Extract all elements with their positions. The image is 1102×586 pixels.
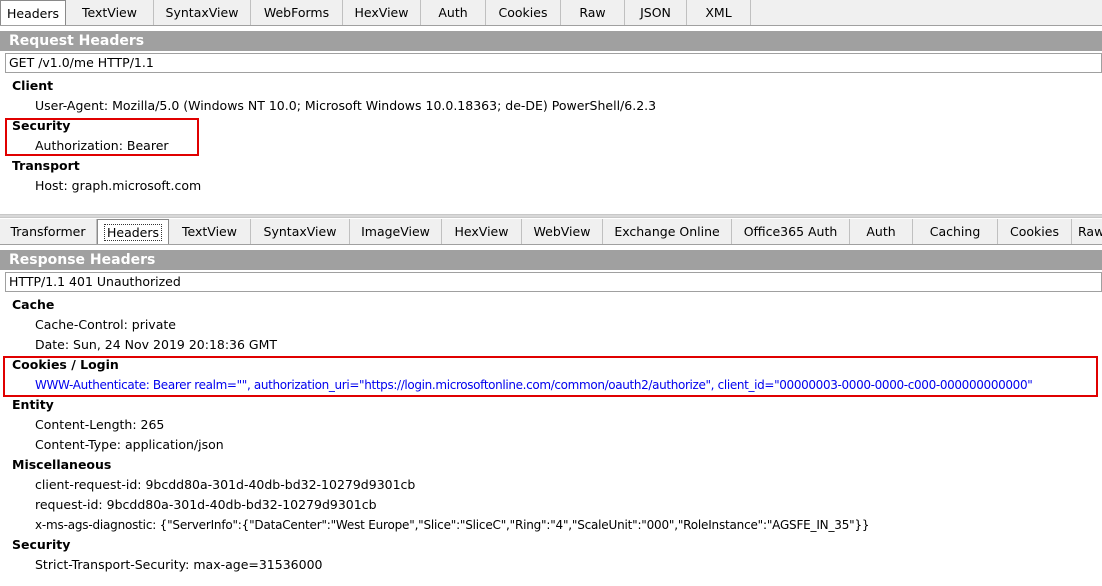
header-authorization[interactable]: Authorization: Bearer — [35, 136, 169, 156]
group-label-transport[interactable]: Transport — [12, 156, 80, 176]
group-label-client[interactable]: Client — [12, 76, 53, 96]
response-tab-webview-label: WebView — [533, 224, 591, 239]
response-tab-textview-label: TextView — [182, 224, 237, 239]
group-label-miscellaneous[interactable]: Miscellaneous — [12, 455, 111, 475]
pane-splitter[interactable] — [0, 214, 1102, 218]
request-tab-headers[interactable]: Headers — [0, 0, 66, 25]
header-www-authenticate[interactable]: WWW-Authenticate: Bearer realm="", autho… — [35, 375, 1033, 395]
header-x-ms-ags-diagnostic[interactable]: x-ms-ags-diagnostic: {"ServerInfo":{"Dat… — [35, 515, 870, 535]
request-line[interactable]: GET /v1.0/me HTTP/1.1 — [5, 53, 1102, 73]
request-tab-json[interactable]: JSON — [625, 0, 687, 25]
response-tab-syntaxview-label: SyntaxView — [263, 224, 337, 239]
group-label-cookies-login[interactable]: Cookies / Login — [12, 355, 119, 375]
group-label-security[interactable]: Security — [12, 116, 70, 136]
response-tab-auth[interactable]: Auth — [850, 219, 913, 244]
request-tab-hexview[interactable]: HexView — [343, 0, 421, 25]
response-tab-raw[interactable]: Raw — [1072, 219, 1102, 244]
header-strict-transport-security[interactable]: Strict-Transport-Security: max-age=31536… — [35, 555, 322, 575]
response-tab-imageview-label: ImageView — [361, 224, 430, 239]
response-tab-bar: Transformer Headers TextView SyntaxView … — [0, 219, 1102, 245]
response-tab-transformer-label: Transformer — [10, 224, 86, 239]
response-tab-headers-label: Headers — [103, 223, 163, 241]
response-tab-hexview[interactable]: HexView — [442, 219, 522, 244]
response-tab-raw-label: Raw — [1078, 224, 1102, 239]
response-tab-cookies-label: Cookies — [1010, 224, 1059, 239]
header-request-id[interactable]: request-id: 9bcdd80a-301d-40db-bd32-1027… — [35, 495, 377, 515]
response-tab-exchange-online-label: Exchange Online — [614, 224, 720, 239]
response-tab-office365-auth-label: Office365 Auth — [743, 224, 838, 239]
request-tab-raw[interactable]: Raw — [561, 0, 625, 25]
request-tab-textview[interactable]: TextView — [66, 0, 154, 25]
response-tab-auth-label: Auth — [866, 224, 896, 239]
response-tab-imageview[interactable]: ImageView — [350, 219, 442, 244]
response-tab-cookies[interactable]: Cookies — [998, 219, 1072, 244]
response-tab-office365-auth[interactable]: Office365 Auth — [732, 219, 850, 244]
response-tab-exchange-online[interactable]: Exchange Online — [603, 219, 732, 244]
header-user-agent[interactable]: User-Agent: Mozilla/5.0 (Windows NT 10.0… — [35, 96, 656, 116]
response-tab-caching-label: Caching — [929, 224, 981, 239]
request-tab-syntaxview[interactable]: SyntaxView — [154, 0, 251, 25]
response-tab-webview[interactable]: WebView — [522, 219, 603, 244]
response-tab-textview[interactable]: TextView — [169, 219, 251, 244]
request-tab-cookies[interactable]: Cookies — [486, 0, 561, 25]
header-host[interactable]: Host: graph.microsoft.com — [35, 176, 201, 196]
header-content-type[interactable]: Content-Type: application/json — [35, 435, 224, 455]
response-tab-hexview-label: HexView — [454, 224, 509, 239]
request-tab-auth[interactable]: Auth — [421, 0, 486, 25]
group-label-security-response[interactable]: Security — [12, 535, 70, 555]
response-tab-headers[interactable]: Headers — [97, 219, 169, 244]
response-headers-title: Response Headers — [0, 250, 1102, 270]
response-tab-syntaxview[interactable]: SyntaxView — [251, 219, 350, 244]
request-headers-title: Request Headers — [0, 31, 1102, 51]
group-label-entity[interactable]: Entity — [12, 395, 54, 415]
response-tab-transformer[interactable]: Transformer — [0, 219, 97, 244]
request-tab-bar: Headers TextView SyntaxView WebForms Hex… — [0, 0, 1102, 26]
response-tab-caching[interactable]: Caching — [913, 219, 998, 244]
header-client-request-id[interactable]: client-request-id: 9bcdd80a-301d-40db-bd… — [35, 475, 415, 495]
request-tab-xml[interactable]: XML — [687, 0, 751, 25]
header-cache-control[interactable]: Cache-Control: private — [35, 315, 176, 335]
group-label-cache[interactable]: Cache — [12, 295, 54, 315]
request-tab-webforms[interactable]: WebForms — [251, 0, 343, 25]
response-status-line[interactable]: HTTP/1.1 401 Unauthorized — [5, 272, 1102, 292]
header-date[interactable]: Date: Sun, 24 Nov 2019 20:18:36 GMT — [35, 335, 277, 355]
header-content-length[interactable]: Content-Length: 265 — [35, 415, 164, 435]
